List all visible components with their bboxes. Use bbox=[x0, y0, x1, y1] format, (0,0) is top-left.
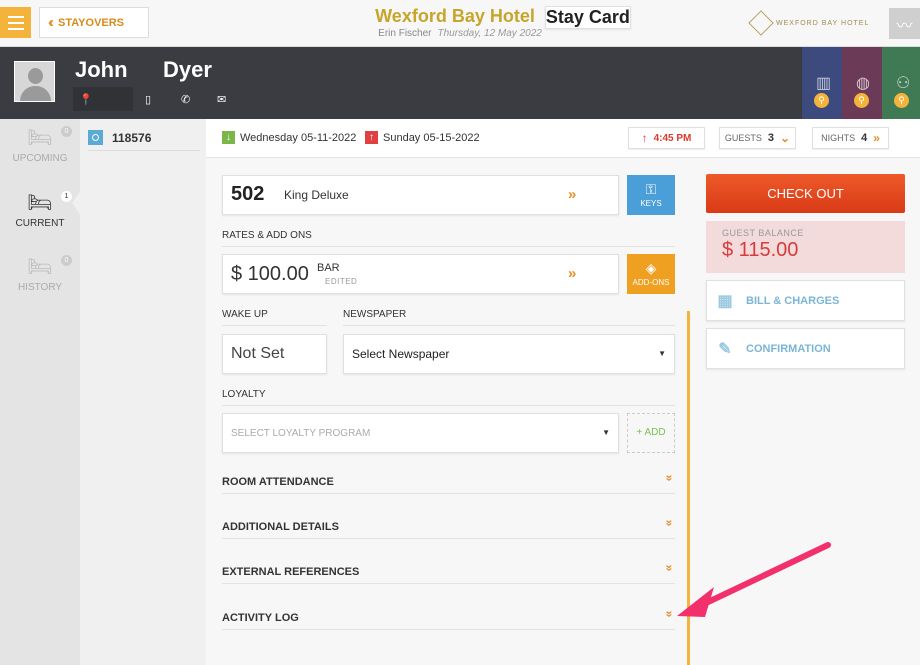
room-number: 502 bbox=[231, 183, 265, 205]
guest-first-name[interactable]: John bbox=[75, 57, 128, 83]
reservation-number: 118576 bbox=[112, 130, 152, 145]
room-type: King Deluxe bbox=[284, 188, 349, 202]
reservation-row[interactable]: 118576 bbox=[88, 125, 200, 151]
departure-date[interactable]: ↑ Sunday 05-15-2022 bbox=[365, 131, 480, 144]
page-title: Stay Card bbox=[544, 6, 631, 29]
guest-balance[interactable]: GUEST BALANCE $ 115.00 bbox=[706, 221, 905, 273]
guest-bar: John Dyer 📍 ▯ ✆ ✉ ▥ ⚲ ◍ ⚲ ⚇ ⚲ bbox=[0, 47, 920, 119]
avatar[interactable] bbox=[14, 61, 55, 102]
rate-code: BAR bbox=[317, 262, 340, 274]
hotel-logo: WEXFORD BAY HOTEL bbox=[748, 10, 870, 36]
pen-icon: ✎ bbox=[718, 340, 732, 358]
rate-edited-flag: EDITED bbox=[325, 277, 358, 286]
top-bar: ‹‹ STAYOVERS Wexford Bay Hotel Stay Card … bbox=[0, 0, 920, 47]
rings-icon: ⚇ bbox=[896, 75, 911, 92]
hotel-name: Wexford Bay Hotel bbox=[375, 6, 535, 26]
phone-icon[interactable]: ✆ bbox=[181, 93, 190, 106]
brand-text: WEXFORD BAY HOTEL bbox=[776, 19, 870, 27]
check-out-button[interactable]: CHECK OUT bbox=[706, 174, 905, 213]
key-icon: ⚿ bbox=[645, 181, 657, 197]
dropdown-arrow-icon: ▼ bbox=[658, 349, 666, 358]
confirmation-button[interactable]: ✎ CONFIRMATION bbox=[706, 328, 905, 369]
loyalty-tile[interactable]: ⚇ ⚲ bbox=[882, 47, 920, 119]
upcoming-count-badge: 0 bbox=[61, 126, 72, 137]
stay-dates-bar: ↓ Wednesday 05-11-2022 ↑ Sunday 05-15-20… bbox=[206, 119, 920, 158]
map-pin-icon: 📍 bbox=[79, 94, 93, 106]
rail-item-label: HISTORY bbox=[17, 282, 63, 293]
room-card[interactable]: 502 King Deluxe » bbox=[222, 175, 619, 215]
globe-icon: ◍ bbox=[856, 75, 870, 92]
loyalty-label: LOYALTY bbox=[222, 389, 675, 406]
add-ons-button[interactable]: ◈ ADD-ONS bbox=[627, 254, 675, 294]
building-icon: ▥ bbox=[816, 75, 832, 92]
mobile-phone-icon[interactable]: ▯ bbox=[145, 93, 151, 106]
arrival-date[interactable]: ↓ Wednesday 05-11-2022 bbox=[222, 131, 356, 144]
history-count-badge: 0 bbox=[61, 255, 72, 266]
bill-and-charges-button[interactable]: ▦ BILL & CHARGES bbox=[706, 280, 905, 321]
double-chevron-down-icon: » bbox=[662, 474, 677, 482]
rail-item-label: UPCOMING bbox=[12, 153, 68, 164]
reservation-status-icon bbox=[88, 130, 103, 145]
search-icon: ⚲ bbox=[814, 93, 829, 108]
search-icon: ⚲ bbox=[854, 93, 869, 108]
newspaper-select[interactable]: Select Newspaper ▼ bbox=[343, 334, 675, 374]
wake-up-field[interactable]: Not Set bbox=[222, 334, 327, 374]
departure-time-pill[interactable]: ↑ 4:45 PM bbox=[628, 127, 705, 149]
email-icon[interactable]: ✉ bbox=[217, 93, 226, 106]
rail-item-label: CURRENT bbox=[15, 218, 65, 229]
keys-button[interactable]: ⚿ KEYS bbox=[627, 175, 675, 215]
nights-pill[interactable]: NIGHTS 4 » bbox=[812, 127, 889, 149]
activity-button[interactable]: 〰 bbox=[889, 8, 920, 39]
add-loyalty-button[interactable]: + ADD bbox=[627, 413, 675, 453]
chevron-down-icon: ⌄ bbox=[780, 131, 791, 145]
double-chevron-down-icon: » bbox=[662, 610, 677, 618]
double-chevron-right-icon: » bbox=[568, 265, 577, 282]
external-references-section[interactable]: EXTERNAL REFERENCES » bbox=[222, 560, 677, 584]
calculator-icon: ▦ bbox=[717, 292, 733, 310]
current-count-badge: 1 bbox=[61, 191, 72, 202]
maple-leaf-icon bbox=[748, 10, 774, 36]
double-chevron-down-icon: » bbox=[662, 564, 677, 572]
newspaper-label: NEWSPAPER bbox=[343, 309, 675, 326]
global-tile[interactable]: ◍ ⚲ bbox=[842, 47, 882, 119]
search-icon: ⚲ bbox=[894, 93, 909, 108]
guests-pill[interactable]: GUESTS 3 ⌄ bbox=[719, 127, 796, 149]
up-arrow-icon: ↑ bbox=[641, 131, 648, 145]
reservation-list: 118576 bbox=[80, 119, 206, 665]
user-name: Erin Fischer bbox=[378, 28, 432, 39]
rate-card[interactable]: $ 100.00 BAR EDITED » bbox=[222, 254, 619, 294]
guest-last-name[interactable]: Dyer bbox=[163, 57, 212, 83]
rates-section-label: RATES & ADD ONS bbox=[222, 230, 675, 247]
room-info-tile[interactable]: ▥ ⚲ bbox=[802, 47, 842, 119]
room-attendance-section[interactable]: ROOM ATTENDANCE » bbox=[222, 470, 677, 494]
additional-details-section[interactable]: ADDITIONAL DETAILS » bbox=[222, 515, 677, 539]
layers-icon: ◈ bbox=[645, 260, 657, 276]
business-date: Thursday, 12 May 2022 bbox=[437, 28, 542, 39]
double-chevron-down-icon: » bbox=[662, 519, 677, 527]
dropdown-arrow-icon: ▼ bbox=[602, 428, 610, 437]
rate-amount: $ 100.00 bbox=[231, 263, 309, 285]
activity-log-section[interactable]: ACTIVITY LOG » bbox=[222, 606, 677, 630]
balance-amount: $ 115.00 bbox=[722, 239, 799, 261]
double-chevron-right-icon: » bbox=[568, 186, 577, 203]
double-chevron-right-icon: » bbox=[873, 131, 880, 145]
loyalty-program-select[interactable]: SELECT LOYALTY PROGRAM ▼ bbox=[222, 413, 619, 453]
wake-up-label: WAKE UP bbox=[222, 309, 327, 326]
departure-arrow-icon: ↑ bbox=[365, 131, 378, 144]
reservation-rail: 🛏 UPCOMING 0 🛏 CURRENT 1 🛏 HISTORY 0 bbox=[0, 119, 80, 665]
arrival-arrow-icon: ↓ bbox=[222, 131, 235, 144]
scroll-indicator[interactable] bbox=[687, 311, 690, 665]
pulse-icon: 〰 bbox=[896, 17, 913, 35]
